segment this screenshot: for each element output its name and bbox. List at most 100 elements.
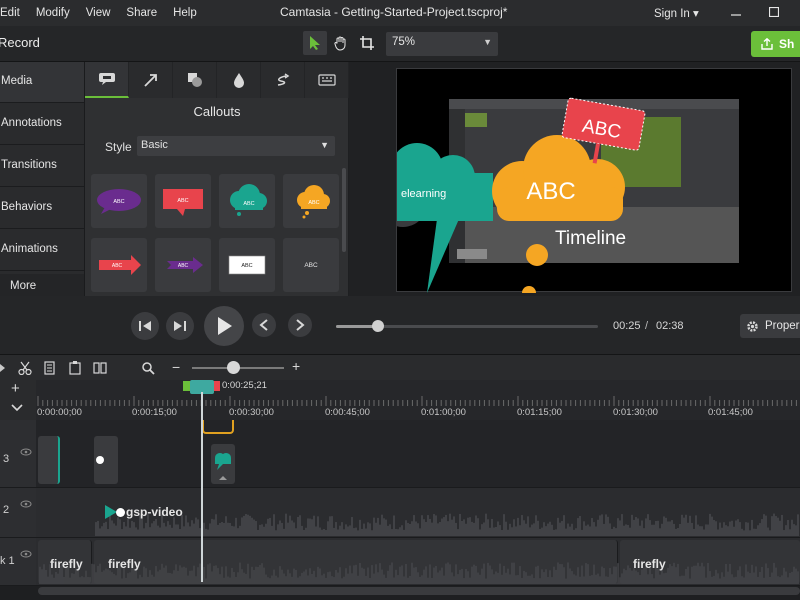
timeline-scrollbar[interactable] bbox=[38, 587, 800, 595]
track-3 bbox=[36, 420, 800, 488]
chevron-down-icon: ▼ bbox=[483, 37, 492, 47]
next-marker-button[interactable] bbox=[288, 313, 312, 337]
timeline-zoom-handle[interactable] bbox=[227, 361, 240, 374]
callout-thumb-speech[interactable]: ABC bbox=[91, 174, 147, 228]
style-dropdown[interactable]: Basic ▼ bbox=[137, 136, 335, 156]
chevron-right-icon bbox=[296, 319, 305, 331]
clip-handle[interactable] bbox=[116, 508, 125, 517]
callout-thumb-red-box[interactable]: ABC bbox=[155, 174, 211, 228]
chevron-down-icon[interactable] bbox=[11, 404, 23, 412]
track-header-2[interactable]: 2 bbox=[0, 488, 36, 538]
style-value: Basic bbox=[141, 139, 168, 151]
minimize-icon[interactable] bbox=[726, 3, 746, 23]
menu-view[interactable]: View bbox=[78, 7, 119, 19]
callout-clip[interactable] bbox=[94, 436, 118, 484]
menubar: Edit Modify View Share Help Camtasia - G… bbox=[0, 0, 800, 26]
audio-clip-label[interactable]: firefly bbox=[50, 557, 83, 571]
add-track-button[interactable]: + bbox=[11, 380, 20, 397]
paste-icon[interactable] bbox=[68, 361, 82, 375]
zoom-in-button[interactable]: + bbox=[292, 358, 300, 374]
sidebar-item-animations[interactable]: Animations bbox=[0, 230, 84, 271]
tab-blur[interactable] bbox=[217, 62, 261, 98]
tab-sketch[interactable] bbox=[261, 62, 305, 98]
tab-arrows[interactable] bbox=[129, 62, 173, 98]
audio-clip-label[interactable]: firefly bbox=[633, 557, 666, 571]
sidebar-item-transitions[interactable]: Transitions bbox=[0, 146, 84, 187]
callout-thumb-text[interactable]: ABC bbox=[283, 238, 339, 292]
style-label: Style bbox=[105, 140, 132, 154]
panel-scrollbar[interactable] bbox=[342, 168, 346, 252]
video-clip-label[interactable]: gsp-video bbox=[126, 505, 183, 519]
sign-in-button[interactable]: Sign In ▾ bbox=[654, 6, 699, 20]
track-header-3[interactable]: 3 bbox=[0, 420, 36, 488]
callout-thumb-orange-cloud[interactable]: ABC bbox=[283, 174, 339, 228]
maximize-icon[interactable] bbox=[764, 3, 784, 23]
share-label: Sh bbox=[779, 37, 795, 51]
shapes-icon bbox=[187, 73, 202, 87]
split-icon[interactable] bbox=[93, 361, 107, 375]
menu-modify[interactable]: Modify bbox=[28, 7, 78, 19]
play-button[interactable] bbox=[204, 306, 244, 346]
share-icon bbox=[761, 38, 773, 50]
crop-icon[interactable] bbox=[355, 31, 379, 55]
track-number: k 1 bbox=[0, 555, 15, 567]
ruler-tick-label: 0:00:15;00 bbox=[132, 407, 177, 418]
callout-clip-cloud[interactable] bbox=[211, 444, 235, 484]
time-ruler[interactable]: 0:00:00;00 0:00:15;00 0:00:30;00 0:00:45… bbox=[36, 380, 800, 420]
zoom-out-button[interactable]: − bbox=[172, 359, 180, 375]
record-button[interactable]: Record bbox=[0, 35, 40, 50]
sidebar-item-label: Media bbox=[1, 75, 33, 87]
cut-icon[interactable] bbox=[18, 361, 32, 375]
menu-share[interactable]: Share bbox=[118, 7, 165, 19]
zoom-value: 75% bbox=[392, 36, 416, 48]
keyboard-icon bbox=[317, 74, 336, 86]
tab-shapes[interactable] bbox=[173, 62, 217, 98]
callout-thumb-white-box[interactable]: ABC bbox=[219, 238, 275, 292]
step-forward-button[interactable] bbox=[166, 312, 194, 340]
total-time: 02:38 bbox=[656, 320, 684, 332]
video-canvas[interactable]: elearning ABC ABC Timeline bbox=[396, 68, 792, 293]
menu-help[interactable]: Help bbox=[165, 7, 205, 19]
step-back-icon bbox=[139, 321, 151, 331]
tab-callouts[interactable] bbox=[85, 62, 129, 98]
callout-clip[interactable] bbox=[38, 436, 60, 484]
copy-icon[interactable] bbox=[43, 361, 57, 375]
share-button[interactable]: Sh bbox=[751, 31, 800, 57]
callout-thumb-teal-cloud[interactable]: ABC bbox=[219, 174, 275, 228]
step-back-button[interactable] bbox=[131, 312, 159, 340]
redo-icon[interactable] bbox=[0, 361, 14, 375]
callout-thumb-purple-arrow[interactable]: ABC bbox=[155, 238, 211, 292]
zoom-dropdown[interactable]: 75% ▼ bbox=[386, 32, 498, 56]
selected-range[interactable] bbox=[202, 420, 234, 434]
sidebar-item-annotations[interactable]: Annotations bbox=[0, 104, 84, 145]
gear-icon bbox=[747, 320, 758, 332]
search-icon[interactable] bbox=[141, 361, 155, 375]
callout-thumb-red-arrow[interactable]: ABC bbox=[91, 238, 147, 292]
scrub-handle[interactable] bbox=[371, 320, 384, 332]
eye-icon[interactable] bbox=[20, 448, 32, 456]
arrow-tool-icon[interactable] bbox=[303, 31, 327, 55]
callout-text: ABC bbox=[308, 200, 319, 206]
sidebar-item-media[interactable]: Media bbox=[0, 62, 84, 103]
callout-text: ABC bbox=[241, 263, 252, 269]
scrub-bar[interactable] bbox=[336, 320, 598, 332]
ruler-tick-label: 0:01:00;00 bbox=[421, 407, 466, 418]
sidebar-item-behaviors[interactable]: Behaviors bbox=[0, 188, 84, 229]
menu-list: Edit Modify View Share Help bbox=[0, 0, 205, 26]
sidebar-item-more[interactable]: More bbox=[0, 274, 84, 298]
track-header-1[interactable]: k 1 bbox=[0, 538, 36, 586]
menu-edit[interactable]: Edit bbox=[0, 7, 28, 19]
properties-button[interactable]: Proper bbox=[740, 314, 800, 338]
previous-marker-button[interactable] bbox=[252, 313, 276, 337]
ruler-tick-label: 0:00:30;00 bbox=[229, 407, 274, 418]
sidebar-item-label: Annotations bbox=[1, 117, 62, 129]
audio-clip-label[interactable]: firefly bbox=[108, 557, 141, 571]
panel-title: Callouts bbox=[193, 104, 241, 119]
eye-icon[interactable] bbox=[20, 550, 32, 558]
properties-label: Proper bbox=[765, 320, 800, 332]
tab-keystroke[interactable] bbox=[305, 62, 349, 98]
arrow-icon bbox=[143, 74, 157, 87]
pan-hand-icon[interactable] bbox=[329, 31, 353, 55]
current-time: 00:25 bbox=[613, 320, 641, 332]
eye-icon[interactable] bbox=[20, 500, 32, 508]
